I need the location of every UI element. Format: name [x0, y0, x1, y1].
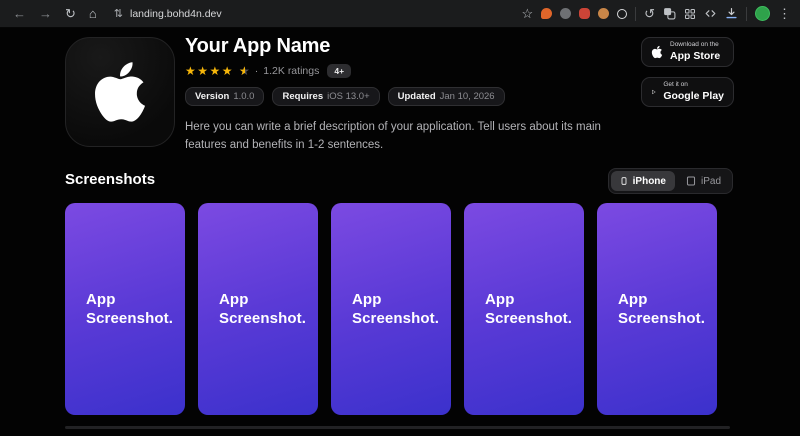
rating-count: 1.2K ratings — [263, 65, 319, 77]
screenshot-card-4: App Screenshot. — [464, 203, 584, 415]
app-description: Here you can write a brief description o… — [185, 118, 677, 155]
back-icon[interactable]: ← — [13, 7, 26, 20]
screenshots-heading: Screenshots — [65, 171, 155, 188]
screenshot-card-5: App Screenshot. — [597, 203, 717, 415]
url-bar[interactable]: ⇅ landing.bohd4n.dev — [114, 7, 222, 20]
extension-icon-1[interactable] — [541, 8, 552, 19]
age-rating-badge: 4+ — [327, 64, 351, 78]
extension-icon-4[interactable] — [598, 8, 609, 19]
history-icon[interactable]: ↺ — [644, 7, 655, 20]
updated-badge: Updated Jan 10, 2026 — [388, 87, 505, 106]
toolbar-right: ☆ ↺ — [521, 6, 800, 21]
bookmark-star-icon[interactable]: ☆ — [521, 7, 533, 20]
menu-dots-icon[interactable]: ⋮ — [778, 7, 791, 20]
device-toggle: iPhone iPad — [608, 168, 733, 194]
rating-row: ★★★★ ★ ★ · 1.2K ratings 4+ — [185, 64, 677, 78]
url-text: landing.bohd4n.dev — [130, 8, 222, 20]
screenshot-card-2: App Screenshot. — [198, 203, 318, 415]
half-star-icon: ★ ★ — [239, 65, 250, 77]
store-button-text: Download on the App Store — [670, 41, 720, 62]
profile-avatar[interactable] — [755, 6, 770, 21]
nav-icons: ← → ↻ ⌂ — [0, 7, 97, 20]
toggle-ipad[interactable]: iPad — [677, 171, 730, 191]
extension-icon-3[interactable] — [579, 8, 590, 19]
meta-badges: Version 1.0.0 Requires iOS 13.0+ Updated… — [185, 87, 677, 106]
toggle-iphone[interactable]: iPhone — [611, 171, 675, 191]
requires-badge: Requires iOS 13.0+ — [272, 87, 379, 106]
home-icon[interactable]: ⌂ — [89, 7, 97, 20]
browser-window: ← → ↻ ⌂ ⇅ landing.bohd4n.dev ☆ ↺ — [0, 0, 800, 436]
app-icon — [65, 37, 175, 147]
toolbar-separator — [635, 7, 636, 21]
horizontal-scrollbar[interactable] — [65, 426, 730, 429]
site-info-icon[interactable]: ⇅ — [114, 7, 123, 20]
extension-icon-5[interactable] — [617, 9, 627, 19]
download-icon[interactable] — [725, 7, 738, 20]
apps-grid-icon[interactable] — [684, 8, 696, 20]
reload-icon[interactable]: ↻ — [65, 7, 76, 20]
store-button-text: Get it on Google Play — [663, 81, 724, 102]
screenshot-carousel: App Screenshot. App Screenshot. App Scre… — [65, 203, 717, 415]
forward-icon[interactable]: → — [39, 7, 52, 20]
screenshot-card-1: App Screenshot. — [65, 203, 185, 415]
ipad-icon — [686, 175, 696, 187]
version-badge: Version 1.0.0 — [185, 87, 264, 106]
apple-logo-icon — [91, 58, 149, 126]
app-header: Your App Name ★★★★ ★ ★ · 1.2K ratings 4+… — [185, 35, 677, 155]
apple-logo-icon — [651, 45, 663, 59]
app-store-button[interactable]: Download on the App Store — [641, 37, 734, 67]
play-triangle-icon — [651, 85, 656, 99]
screenshot-card-3: App Screenshot. — [331, 203, 451, 415]
star-icons: ★★★★ — [185, 65, 234, 77]
store-buttons: Download on the App Store Get it on Goog… — [641, 37, 734, 107]
google-play-button[interactable]: Get it on Google Play — [641, 77, 734, 107]
extension-icon-2[interactable] — [560, 8, 571, 19]
rating-separator: · — [255, 65, 259, 77]
browser-toolbar: ← → ↻ ⌂ ⇅ landing.bohd4n.dev ☆ ↺ — [0, 0, 800, 28]
page-title: Your App Name — [185, 35, 677, 58]
code-icon[interactable] — [704, 7, 717, 20]
iphone-icon — [620, 175, 628, 187]
translate-icon[interactable] — [663, 7, 676, 20]
toolbar-separator — [746, 7, 747, 21]
